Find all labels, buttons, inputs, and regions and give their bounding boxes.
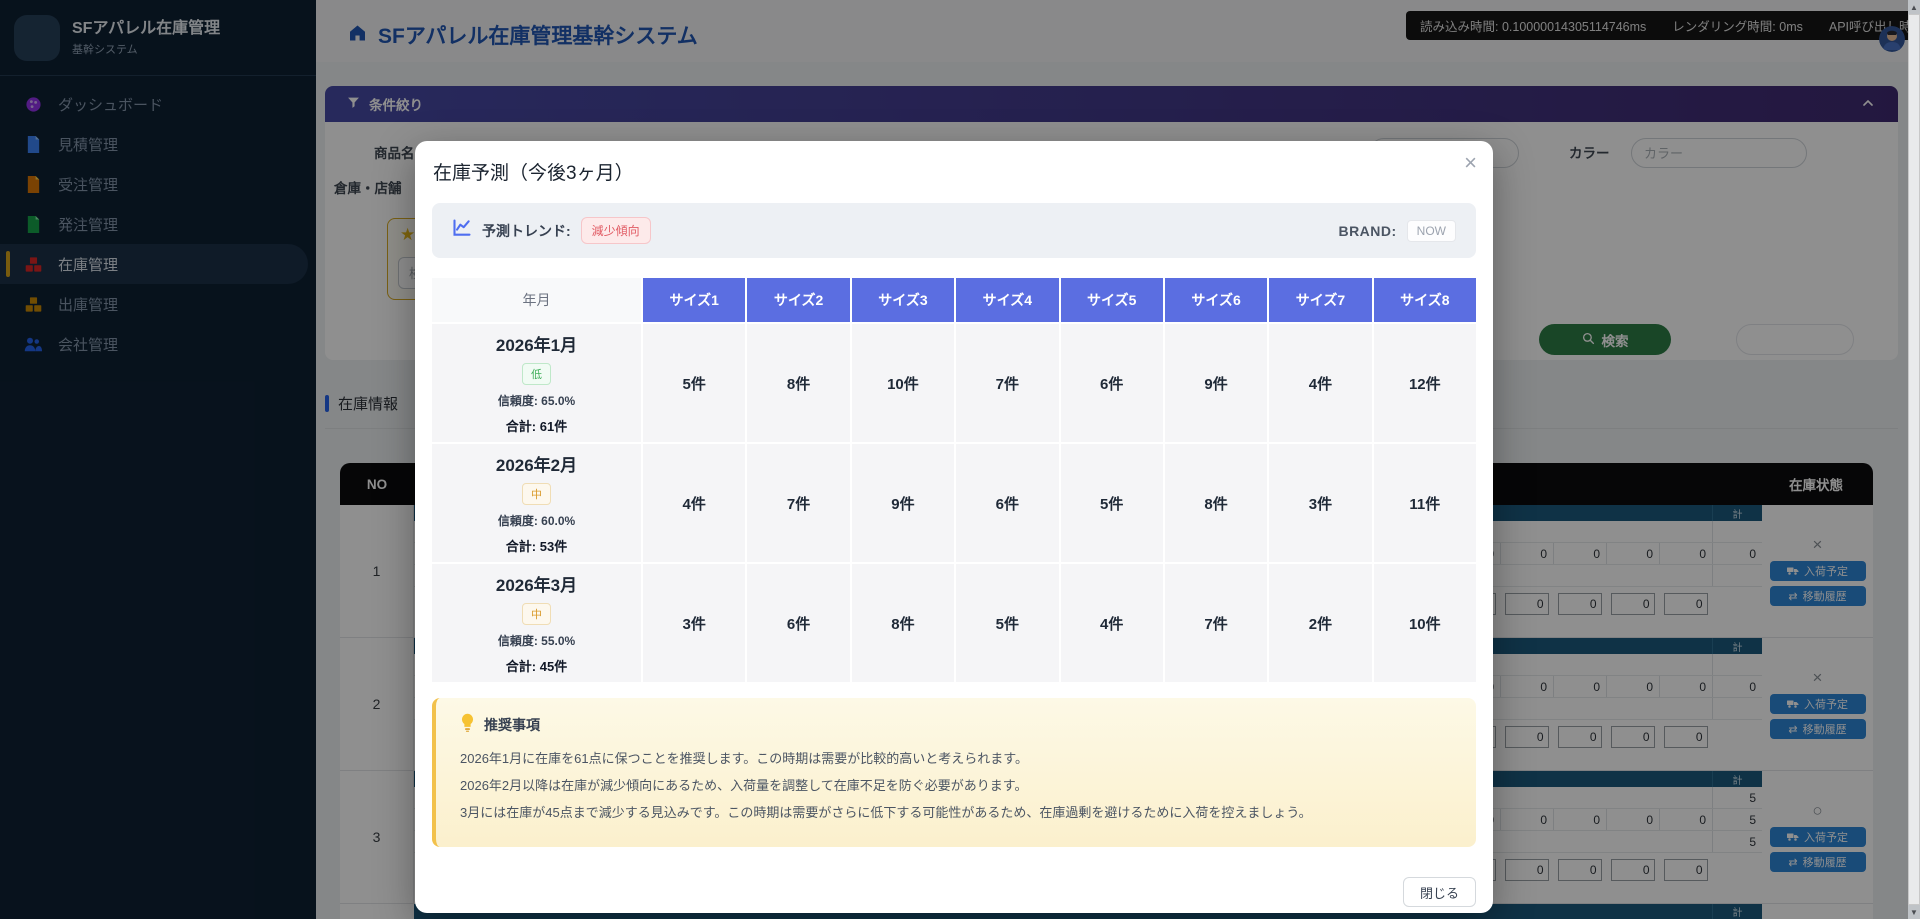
forecast-table: 年月 サイズ1 サイズ2 サイズ3 サイズ4 サイズ5 サイズ6 サイズ7 サイ… [432, 278, 1476, 682]
forecast-value: 8件 [852, 564, 954, 682]
trend-badge: 減少傾向 [581, 217, 651, 244]
size-column-header: サイズ8 [1374, 278, 1476, 322]
lightbulb-icon [460, 713, 475, 737]
size-column-header: サイズ6 [1165, 278, 1267, 322]
forecast-month: 2026年2月 [496, 451, 577, 476]
forecast-value: 8件 [747, 324, 849, 442]
size-column-header: サイズ1 [643, 278, 745, 322]
forecast-value: 3件 [643, 564, 745, 682]
page-scrollbar[interactable]: ▲ ▼ [1908, 0, 1920, 919]
confidence-level-badge: 中 [522, 483, 551, 505]
forecast-value: 6件 [956, 444, 1058, 562]
forecast-value: 11件 [1374, 444, 1476, 562]
confidence-level-badge: 低 [522, 363, 551, 385]
forecast-value: 6件 [747, 564, 849, 682]
forecast-value: 5件 [956, 564, 1058, 682]
confidence-value: 信頼度: 60.0% [498, 512, 575, 529]
recommendation-line: 2026年1月に在庫を61点に保つことを推奨します。この時期は需要が比較的高いと… [460, 745, 1452, 772]
scroll-down-icon[interactable]: ▼ [1910, 905, 1918, 919]
forecast-month: 2026年3月 [496, 571, 577, 596]
forecast-table-header: 年月 サイズ1 サイズ2 サイズ3 サイズ4 サイズ5 サイズ6 サイズ7 サイ… [432, 278, 1476, 322]
trend-summary-bar: 予測トレンド: 減少傾向 BRAND: NOW [432, 203, 1476, 258]
line-chart-icon [452, 218, 472, 243]
forecast-modal: 在庫予測（今後3ヶ月） × 予測トレンド: 減少傾向 BRAND: NOW 年月… [415, 141, 1493, 913]
scrollbar-thumb[interactable] [1908, 14, 1920, 905]
forecast-row: 2026年1月 低 信頼度: 65.0% 合計: 61件 5件 8件 10件 7… [432, 324, 1476, 442]
forecast-value: 10件 [1374, 564, 1476, 682]
forecast-value: 4件 [643, 444, 745, 562]
forecast-value: 7件 [956, 324, 1058, 442]
forecast-value: 7件 [747, 444, 849, 562]
size-column-header: サイズ5 [1061, 278, 1163, 322]
forecast-value: 9件 [1165, 324, 1267, 442]
screen: SFアパレル在庫管理 基幹システム ダッシュボード 見積管理 [0, 0, 1920, 919]
forecast-row: 2026年2月 中 信頼度: 60.0% 合計: 53件 4件 7件 9件 6件… [432, 444, 1476, 562]
month-cell: 2026年1月 低 信頼度: 65.0% 合計: 61件 [432, 324, 641, 442]
forecast-value: 7件 [1165, 564, 1267, 682]
forecast-month: 2026年1月 [496, 331, 577, 356]
forecast-value: 10件 [852, 324, 954, 442]
month-cell: 2026年3月 中 信頼度: 55.0% 合計: 45件 [432, 564, 641, 682]
forecast-value: 4件 [1061, 564, 1163, 682]
size-column-header: サイズ2 [747, 278, 849, 322]
size-column-header: サイズ3 [852, 278, 954, 322]
scroll-up-icon[interactable]: ▲ [1910, 0, 1918, 14]
month-column-header: 年月 [432, 278, 641, 322]
month-total: 合計: 61件 [506, 416, 567, 435]
confidence-value: 信頼度: 65.0% [498, 392, 575, 409]
recommendation-title: 推奨事項 [484, 715, 540, 735]
size-column-header: サイズ4 [956, 278, 1058, 322]
forecast-value: 12件 [1374, 324, 1476, 442]
forecast-value: 2件 [1269, 564, 1371, 682]
forecast-value: 9件 [852, 444, 954, 562]
forecast-value: 6件 [1061, 324, 1163, 442]
confidence-level-badge: 中 [522, 603, 551, 625]
forecast-row: 2026年3月 中 信頼度: 55.0% 合計: 45件 3件 6件 8件 5件… [432, 564, 1476, 682]
forecast-value: 3件 [1269, 444, 1371, 562]
brand-value-badge: NOW [1407, 220, 1456, 242]
recommendation-box: 推奨事項 2026年1月に在庫を61点に保つことを推奨します。この時期は需要が比… [432, 698, 1476, 847]
forecast-value: 5件 [1061, 444, 1163, 562]
trend-label: 予測トレンド: [482, 221, 571, 241]
forecast-value: 8件 [1165, 444, 1267, 562]
month-total: 合計: 53件 [506, 536, 567, 555]
close-icon[interactable]: × [1464, 152, 1477, 174]
recommendation-line: 3月には在庫が45点まで減少する見込みです。この時期は需要がさらに低下する可能性… [460, 799, 1452, 826]
forecast-value: 5件 [643, 324, 745, 442]
close-button[interactable]: 閉じる [1403, 877, 1476, 907]
brand-label: BRAND: [1338, 223, 1396, 239]
month-total: 合計: 45件 [506, 656, 567, 675]
size-column-header: サイズ7 [1269, 278, 1371, 322]
confidence-value: 信頼度: 55.0% [498, 632, 575, 649]
month-cell: 2026年2月 中 信頼度: 60.0% 合計: 53件 [432, 444, 641, 562]
recommendation-line: 2026年2月以降は在庫が減少傾向にあるため、入荷量を調整して在庫不足を防ぐ必要… [460, 772, 1452, 799]
modal-title: 在庫予測（今後3ヶ月） [433, 158, 634, 185]
forecast-value: 4件 [1269, 324, 1371, 442]
